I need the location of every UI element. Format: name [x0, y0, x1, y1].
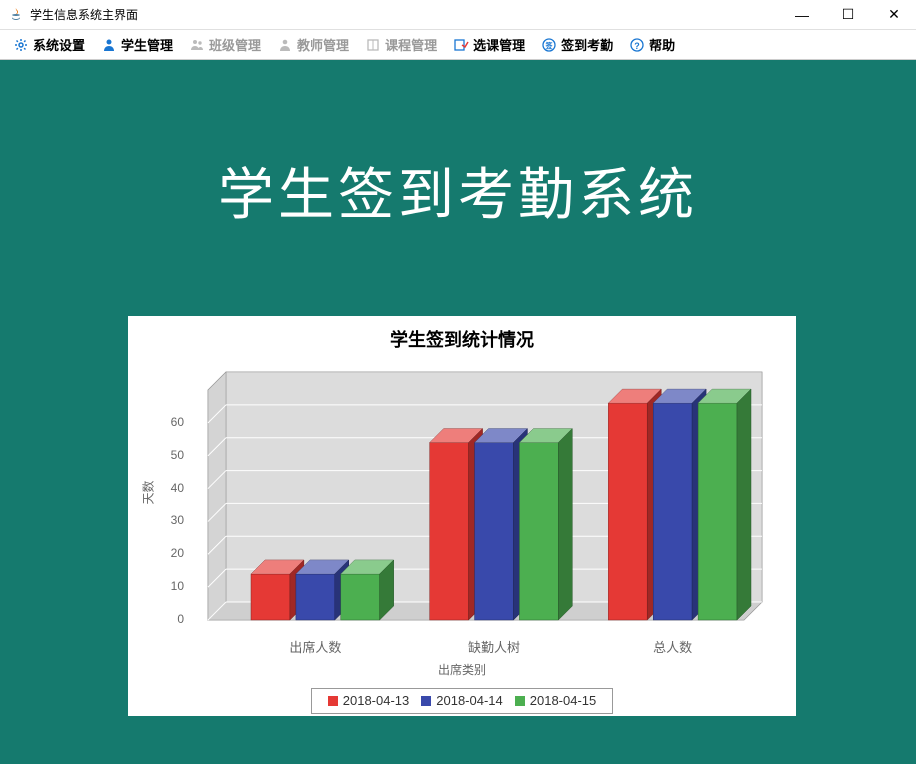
legend-swatch [421, 696, 431, 706]
student-icon [101, 37, 117, 53]
minimize-button[interactable]: — [788, 5, 816, 25]
chart-svg [188, 362, 772, 638]
menu-item-2: 班级管理 [181, 32, 269, 57]
legend-item: 2018-04-15 [515, 693, 597, 708]
svg-text:签: 签 [545, 41, 554, 50]
y-tick-label: 50 [164, 448, 184, 462]
legend-label: 2018-04-15 [530, 693, 597, 708]
x-axis-label: 出席类别 [142, 661, 782, 678]
teacher-icon [277, 37, 293, 53]
menu-label: 课程管理 [385, 35, 437, 54]
content-area: 学生签到考勤系统 学生签到统计情况 天数 0 10 20 30 40 50 60 出席人数 缺… [0, 60, 916, 764]
close-button[interactable]: ✕ [880, 5, 908, 25]
legend-label: 2018-04-13 [343, 693, 410, 708]
x-tick-label: 总人数 [623, 637, 723, 656]
maximize-button[interactable]: ☐ [834, 5, 862, 25]
menu-item-3: 教师管理 [269, 32, 357, 57]
legend-swatch [328, 696, 338, 706]
chart-title: 学生签到统计情况 [142, 326, 782, 352]
menu-label: 选课管理 [473, 35, 525, 54]
help-icon: ? [629, 37, 645, 53]
menu-label: 系统设置 [33, 35, 85, 54]
legend-item: 2018-04-14 [421, 693, 503, 708]
y-tick-label: 20 [164, 546, 184, 560]
menu-label: 班级管理 [209, 35, 261, 54]
menu-item-5[interactable]: 选课管理 [445, 32, 533, 57]
y-tick-label: 60 [164, 415, 184, 429]
svg-text:?: ? [634, 41, 640, 51]
x-tick-label: 出席人数 [265, 637, 365, 656]
chart-panel: 学生签到统计情况 天数 0 10 20 30 40 50 60 出席人数 缺勤人树 总人数 出席… [128, 316, 796, 716]
window-title: 学生信息系统主界面 [30, 6, 788, 23]
menu-label: 教师管理 [297, 35, 349, 54]
gear-icon [13, 37, 29, 53]
window-titlebar: 学生信息系统主界面 — ☐ ✕ [0, 0, 916, 30]
y-tick-label: 0 [164, 612, 184, 626]
legend-swatch [515, 696, 525, 706]
menu-item-7[interactable]: ? 帮助 [621, 32, 683, 57]
plot-area: 天数 0102030405060 出席人数缺勤人树总人数 出席类别 [142, 356, 782, 656]
check-icon: 签 [541, 37, 557, 53]
x-tick-label: 缺勤人树 [444, 637, 544, 656]
menu-label: 学生管理 [121, 35, 173, 54]
page-title: 学生签到考勤系统 [0, 150, 916, 231]
book-icon [365, 37, 381, 53]
menu-label: 签到考勤 [561, 35, 613, 54]
y-tick-label: 30 [164, 513, 184, 527]
menu-item-1[interactable]: 学生管理 [93, 32, 181, 57]
y-axis-label: 天数 [140, 480, 157, 504]
y-tick-label: 10 [164, 579, 184, 593]
menubar: 系统设置学生管理班级管理教师管理课程管理选课管理签签到考勤?帮助 [0, 30, 916, 60]
legend-item: 2018-04-13 [328, 693, 410, 708]
window-controls: — ☐ ✕ [788, 5, 908, 25]
menu-label: 帮助 [649, 35, 675, 54]
java-icon [8, 7, 24, 23]
menu-item-4: 课程管理 [357, 32, 445, 57]
select-icon [453, 37, 469, 53]
y-tick-label: 40 [164, 481, 184, 495]
people-icon [189, 37, 205, 53]
legend-label: 2018-04-14 [436, 693, 503, 708]
menu-item-6[interactable]: 签签到考勤 [533, 32, 621, 57]
chart-legend: 2018-04-13 2018-04-14 2018-04-15 [142, 688, 782, 714]
menu-item-0[interactable]: 系统设置 [5, 32, 93, 57]
